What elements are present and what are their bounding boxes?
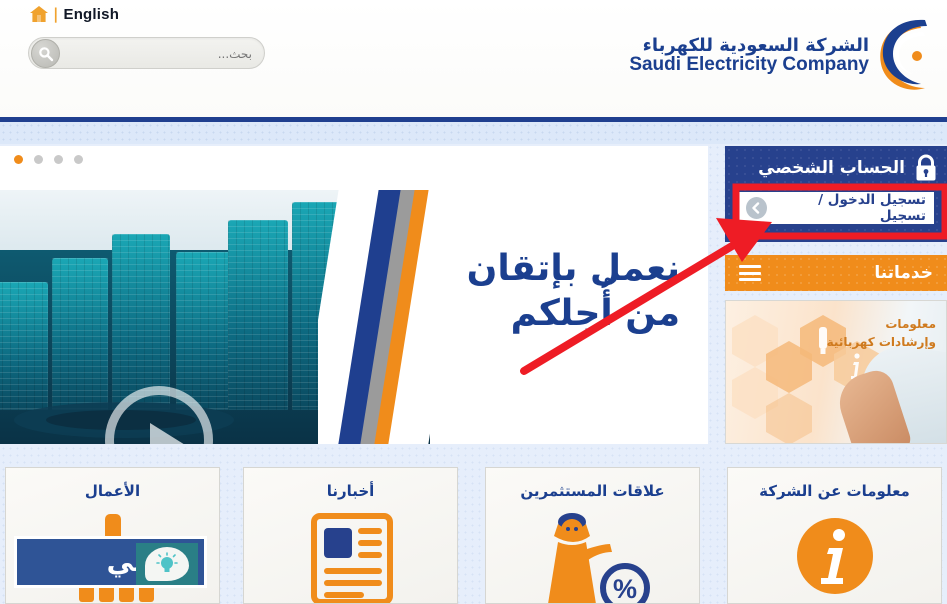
page-root: English | بحث... الشركة السعودية للكهربا… — [0, 0, 947, 604]
services-label: خدماتنا — [874, 263, 933, 283]
hero-diagonal-stripes — [318, 190, 433, 444]
promo-card-electrical-info[interactable]: معلومات وإرشادات كهربائية — [725, 300, 947, 444]
hero-headline-line2: من أُجلكم — [510, 293, 681, 334]
site-header: English | بحث... الشركة السعودية للكهربا… — [0, 0, 947, 118]
card-title: معلومات عن الشركة — [759, 482, 910, 500]
chevron-left-icon — [746, 197, 767, 219]
promo-title-line2: وإرشادات كهربائية — [826, 335, 936, 349]
hero-building — [112, 234, 170, 410]
hero-building — [52, 258, 108, 410]
carousel-dot[interactable] — [74, 155, 83, 164]
logo-text-english: Saudi Electricity Company — [629, 54, 869, 76]
card-company-information[interactable]: معلومات عن الشركة — [727, 467, 942, 604]
carousel-dot-active[interactable] — [14, 155, 23, 164]
carousel-dots[interactable] — [14, 155, 83, 164]
logo-swoosh-icon — [873, 16, 945, 96]
hero-building — [228, 220, 288, 410]
language-link[interactable]: English — [63, 6, 119, 23]
login-button-label: تسجيل الدخول / تسجيل — [818, 192, 926, 224]
logo-text: الشركة السعودية للكهرباء Saudi Electrici… — [629, 34, 869, 76]
personal-account-title: الحساب الشخصي — [758, 158, 905, 178]
promo-title: معلومات وإرشادات كهربائية — [827, 315, 936, 351]
hero-headline-line1: نعمل بإتقان — [466, 248, 681, 289]
card-investor-relations[interactable]: علاقات المستثمرين % — [485, 467, 700, 604]
watermark-logo: ثقفني — [14, 536, 207, 588]
card-news[interactable]: أخبارنا — [243, 467, 458, 604]
card-title: أخبارنا — [326, 482, 375, 500]
language-switcher[interactable]: English | — [30, 5, 119, 23]
hero-banner[interactable]: نعمل بإتقان من أُجلكم — [0, 146, 708, 444]
investor-person-percent-icon: % — [486, 508, 699, 604]
info-circle-icon — [728, 508, 941, 603]
search-input[interactable] — [60, 38, 254, 70]
language-separator: | — [53, 5, 59, 23]
home-icon[interactable] — [30, 6, 48, 22]
personal-account-header: الحساب الشخصي — [758, 154, 939, 182]
promo-title-line1: معلومات — [885, 317, 936, 331]
login-button[interactable]: تسجيل الدخول / تسجيل — [738, 192, 934, 224]
hero-headline: نعمل بإتقان من أُجلكم — [466, 246, 681, 336]
card-title: الأعمال — [84, 482, 141, 500]
card-title: علاقات المستثمرين — [520, 482, 665, 500]
search-box[interactable] — [28, 37, 265, 70]
newspaper-icon — [244, 508, 457, 603]
personal-account-panel: الحساب الشخصي تسجيل الدخول / تسجيل — [725, 146, 947, 242]
carousel-dot[interactable] — [34, 155, 43, 164]
speech-bubble-lightbulb-icon — [136, 543, 198, 585]
hamburger-icon[interactable] — [739, 265, 761, 281]
logo-text-arabic: الشركة السعودية للكهرباء — [642, 34, 869, 56]
lock-icon — [913, 154, 939, 182]
bubble-shape — [145, 547, 189, 581]
services-bar[interactable]: خدماتنا — [725, 255, 947, 291]
navigation-strip[interactable] — [0, 122, 947, 144]
play-triangle — [150, 423, 190, 444]
site-logo[interactable]: الشركة السعودية للكهرباء Saudi Electrici… — [629, 12, 945, 100]
svg-text:%: % — [612, 574, 636, 604]
carousel-dot[interactable] — [54, 155, 63, 164]
hero-building — [0, 282, 48, 410]
search-icon[interactable] — [31, 39, 60, 68]
